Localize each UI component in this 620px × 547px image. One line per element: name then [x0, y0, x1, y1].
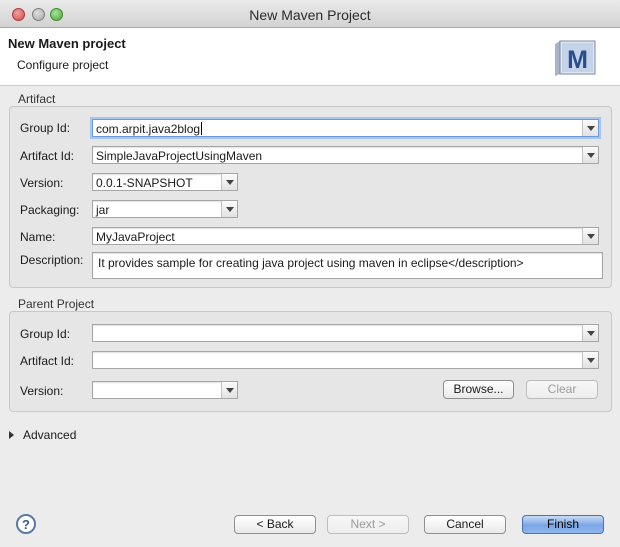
wizard-title: New Maven project	[8, 36, 126, 51]
chevron-down-icon[interactable]	[221, 382, 237, 398]
name-value: MyJavaProject	[96, 230, 175, 244]
browse-button[interactable]: Browse...	[443, 380, 514, 399]
parent-artifact-id-label: Artifact Id:	[20, 354, 75, 368]
parent-group-legend: Parent Project	[18, 297, 95, 311]
artifact-id-value: SimpleJavaProjectUsingMaven	[96, 149, 263, 163]
version-label: Version:	[20, 176, 64, 190]
window-title: New Maven Project	[249, 7, 371, 23]
wizard-header: New Maven project Configure project M	[0, 28, 620, 86]
description-label: Description:	[20, 253, 84, 267]
chevron-down-icon[interactable]	[582, 147, 598, 163]
name-combo[interactable]: MyJavaProject	[92, 227, 599, 245]
packaging-label: Packaging:	[20, 203, 80, 217]
version-combo[interactable]: 0.0.1-SNAPSHOT	[92, 173, 238, 191]
parent-version-label: Version:	[20, 384, 64, 398]
chevron-down-icon[interactable]	[582, 228, 598, 244]
wizard-subtitle: Configure project	[17, 58, 109, 72]
packaging-combo[interactable]: jar	[92, 200, 238, 218]
artifact-id-combo[interactable]: SimpleJavaProjectUsingMaven	[92, 146, 599, 164]
text-caret	[201, 122, 203, 135]
parent-group-id-label: Group Id:	[20, 327, 71, 341]
parent-artifact-id-combo[interactable]	[92, 351, 599, 369]
version-value: 0.0.1-SNAPSHOT	[96, 176, 193, 190]
group-id-label: Group Id:	[20, 121, 71, 135]
cancel-button[interactable]: Cancel	[424, 515, 506, 534]
maven-logo-letter: M	[567, 46, 588, 74]
artifact-id-label: Artifact Id:	[20, 149, 75, 163]
chevron-down-icon[interactable]	[221, 201, 237, 217]
packaging-value: jar	[96, 203, 110, 217]
new-maven-project-window: New Maven Project New Maven project Conf…	[0, 0, 620, 547]
group-id-combo[interactable]: com.arpit.java2blog	[92, 119, 599, 137]
clear-button[interactable]: Clear	[526, 380, 598, 399]
parent-version-combo[interactable]	[92, 381, 238, 399]
help-button[interactable]: ?	[16, 514, 36, 534]
group-id-value: com.arpit.java2blog	[96, 122, 201, 136]
description-textarea[interactable]: It provides sample for creating java pro…	[92, 252, 603, 279]
next-button[interactable]: Next >	[327, 515, 409, 534]
name-label: Name:	[20, 230, 56, 244]
back-button[interactable]: < Back	[234, 515, 316, 534]
parent-group-id-combo[interactable]	[92, 324, 599, 342]
chevron-down-icon[interactable]	[582, 352, 598, 368]
maven-logo-icon: M	[555, 40, 596, 76]
finish-button[interactable]: Finish	[522, 515, 604, 534]
description-value: It provides sample for creating java pro…	[98, 256, 524, 270]
title-bar: New Maven Project	[0, 0, 620, 28]
advanced-expand-arrow-icon[interactable]	[9, 431, 14, 439]
chevron-down-icon[interactable]	[582, 325, 598, 341]
advanced-section-label[interactable]: Advanced	[23, 428, 76, 442]
artifact-group-legend: Artifact	[18, 92, 56, 106]
chevron-down-icon[interactable]	[221, 174, 237, 190]
chevron-down-icon[interactable]	[582, 120, 598, 136]
